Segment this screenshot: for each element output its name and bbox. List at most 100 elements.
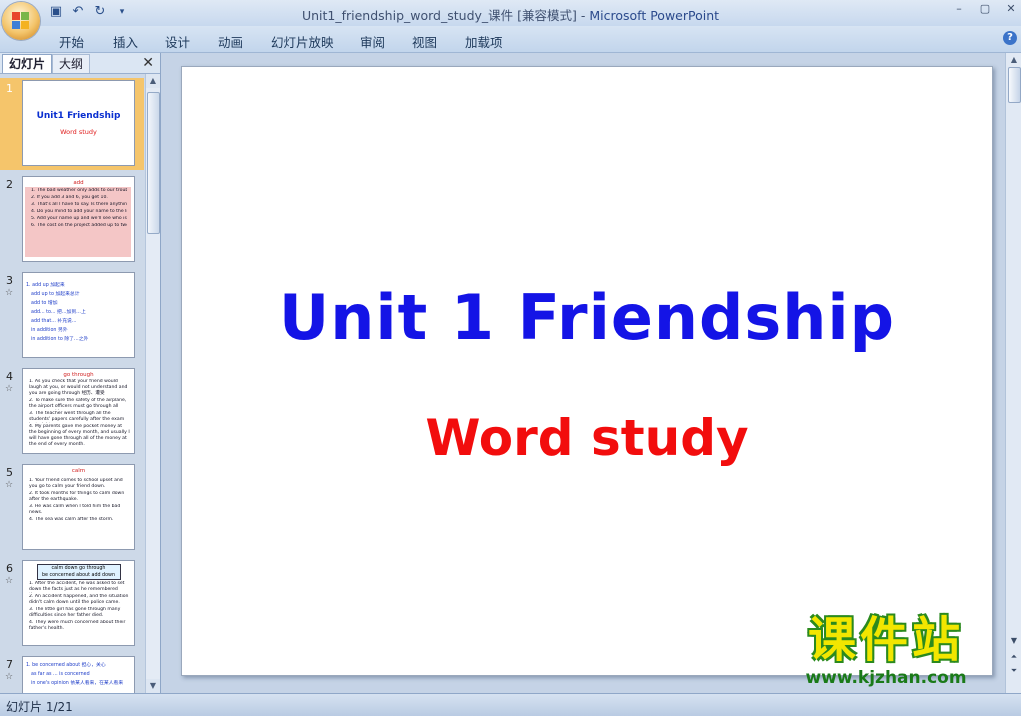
slide-number: 6	[6, 562, 13, 575]
tab-outline[interactable]: 大纲	[52, 54, 91, 73]
slide-thumb-6[interactable]: 6 ☆ calm down go through be concerned ab…	[0, 558, 144, 650]
thumb-line: 1. add up 加起来	[26, 283, 65, 288]
title-separator: -	[576, 8, 590, 23]
slide-thumb-2[interactable]: 2 add 1. The bad weather only adds to ou…	[0, 174, 144, 266]
slide-number: 7	[6, 658, 13, 671]
slide-number: 4	[6, 370, 13, 383]
thumb-line: 4. The sea was calm after the storm.	[29, 517, 114, 522]
window-controls: – ▢ ✕	[953, 3, 1017, 15]
thumb-line: add to 增加	[31, 301, 58, 306]
animation-star-icon: ☆	[5, 576, 14, 586]
thumb-line: add... to... 把…加到…上	[31, 310, 86, 315]
editor-scrollbar[interactable]: ▲ ▼ ⏶ ⏷	[1005, 53, 1021, 693]
slide-title[interactable]: Unit 1 Friendship	[182, 281, 992, 354]
thumb-box-line: calm down go through	[51, 566, 106, 571]
ribbon-tabs: 开始 插入 设计 动画 幻灯片放映 审阅 视图 加载项 ?	[0, 26, 1021, 53]
thumb-line: in addition 另外	[31, 328, 68, 333]
slide-subtitle[interactable]: Word study	[182, 409, 992, 467]
thumbnail-preview: 1. add up 加起来 add up to 加起来总计 add to 增加 …	[22, 272, 135, 358]
animation-star-icon: ☆	[5, 384, 14, 394]
thumb-word-box: calm down go through be concerned about …	[36, 564, 121, 580]
scroll-down-icon[interactable]: ▼	[1008, 635, 1020, 647]
title-bar: ▣ ↶ ↻ ▾ Unit1_friendship_word_study_课件 […	[0, 0, 1021, 26]
thumb-line: add that... 补充说…	[31, 319, 77, 324]
thumb-line: 3. The teacher went through all the stud…	[29, 411, 125, 422]
slide-thumb-4[interactable]: 4 ☆ go through 1. As you check that your…	[0, 366, 144, 458]
thumbnail-preview: calm 1. Your friend comes to school upse…	[22, 464, 135, 550]
slide-thumb-3[interactable]: 3 ☆ 1. add up 加起来 add up to 加起来总计 add to…	[0, 270, 144, 362]
thumb-line: as far as ... is concerned	[31, 672, 90, 677]
status-bar: 幻灯片 1/21	[0, 693, 1021, 716]
thumb-line: 2. To make sure the safety of the airpla…	[29, 398, 127, 409]
tab-slideshow[interactable]: 幻灯片放映	[271, 32, 334, 51]
tab-insert[interactable]: 插入	[113, 32, 138, 51]
previous-slide-icon[interactable]: ⏶	[1008, 651, 1020, 663]
scroll-up-icon[interactable]: ▲	[1006, 53, 1021, 67]
scrollbar-thumb[interactable]	[147, 92, 160, 234]
animation-star-icon: ☆	[5, 288, 14, 298]
thumbnail-scrollbar[interactable]: ▲ ▼	[145, 74, 160, 693]
scroll-down-icon[interactable]: ▼	[146, 679, 160, 693]
current-slide[interactable]: Unit 1 Friendship Word study	[181, 66, 993, 676]
office-button[interactable]	[2, 2, 40, 40]
close-pane-icon[interactable]: ✕	[142, 55, 154, 71]
thumb-line: 2. An accident happened, and the situati…	[29, 594, 129, 605]
scrollbar-thumb[interactable]	[1008, 67, 1021, 103]
minimize-icon[interactable]: –	[953, 3, 965, 15]
maximize-icon[interactable]: ▢	[979, 3, 991, 15]
tab-design[interactable]: 设计	[165, 32, 190, 51]
slides-pane: 幻灯片 大纲 ✕ 1 Unit1 Friendship Word study 2…	[0, 53, 161, 693]
thumb-heading: go through	[63, 372, 94, 378]
thumb-box-line: be concerned about add down	[41, 573, 116, 578]
thumb-line: 1. After the accident, he was asked to s…	[29, 581, 125, 592]
thumbnail-preview: 1. be concerned about 担心，关心 as far as ..…	[22, 656, 135, 693]
tab-slides[interactable]: 幻灯片	[2, 54, 53, 73]
window-title: Unit1_friendship_word_study_课件 [兼容模式] - …	[0, 5, 1021, 24]
tab-home[interactable]: 开始	[59, 32, 84, 51]
next-slide-icon[interactable]: ⏷	[1008, 665, 1020, 677]
thumbnail-preview: add 1. The bad weather only adds to our …	[22, 176, 135, 262]
thumb-line: 5. Add your name up and we'll see who is…	[31, 216, 127, 221]
slide-number: 5	[6, 466, 13, 479]
tab-animation[interactable]: 动画	[218, 32, 243, 51]
thumb-line: 4. They were much concerned about their …	[29, 620, 126, 631]
thumb-line: in one's opinion 依某人看来，在某人看来	[31, 681, 124, 686]
thumb-heading: calm	[71, 468, 86, 474]
animation-star-icon: ☆	[5, 480, 14, 490]
thumb-line: 2. If you add 3 and 6, you get 10.	[31, 195, 108, 200]
tab-view[interactable]: 视图	[412, 32, 437, 51]
thumb-line: 4. Do you mind to add your name to the l…	[31, 209, 127, 214]
slide-counter: 幻灯片 1/21	[6, 700, 73, 714]
watermark-url: www.kjzhan.com	[805, 668, 967, 688]
thumb-line: 1. be concerned about 担心，关心	[26, 663, 106, 668]
slide-number: 3	[6, 274, 13, 287]
slide-number: 1	[6, 82, 13, 95]
thumb-heading: add	[73, 180, 84, 186]
thumb-line: 4. My parents gave me pocket money at th…	[29, 424, 130, 447]
thumb-subtitle: Word study	[60, 128, 97, 136]
tab-addins[interactable]: 加载项	[465, 32, 503, 51]
slide-editor: Unit 1 Friendship Word study	[161, 53, 1003, 693]
thumb-line: add up to 加起来总计	[31, 292, 80, 297]
scroll-up-icon[interactable]: ▲	[146, 74, 160, 88]
thumb-title: Unit1 Friendship	[36, 111, 121, 121]
help-icon[interactable]: ?	[1003, 31, 1017, 45]
slide-thumb-5[interactable]: 5 ☆ calm 1. Your friend comes to school …	[0, 462, 144, 554]
slide-thumb-7[interactable]: 7 ☆ 1. be concerned about 担心，关心 as far a…	[0, 654, 144, 693]
close-icon[interactable]: ✕	[1005, 3, 1017, 15]
app-name: Microsoft PowerPoint	[589, 8, 720, 23]
watermark-brand: 课件站	[807, 612, 964, 668]
slide-thumb-1[interactable]: 1 Unit1 Friendship Word study	[0, 78, 144, 170]
thumbnail-preview: go through 1. As you check that your fri…	[22, 368, 135, 454]
office-logo-icon	[12, 12, 30, 30]
thumb-line: 1. The bad weather only adds to our trou…	[31, 188, 127, 193]
pane-tabs: 幻灯片 大纲 ✕	[0, 53, 160, 74]
thumbnail-list: 1 Unit1 Friendship Word study 2 add 1. T…	[0, 74, 144, 693]
thumb-line: 3. That's all I have to say. Is there an…	[31, 202, 127, 207]
thumb-line: 2. It took months for things to calm dow…	[29, 491, 125, 502]
document-title: Unit1_friendship_word_study_课件 [兼容模式]	[301, 8, 577, 23]
thumb-line: 1. Your friend comes to school upset and…	[29, 478, 123, 489]
thumb-line: 6. The cost on the project added up to t…	[31, 223, 127, 228]
thumb-textbox: 1. The bad weather only adds to our trou…	[25, 187, 131, 257]
tab-review[interactable]: 审阅	[360, 32, 385, 51]
